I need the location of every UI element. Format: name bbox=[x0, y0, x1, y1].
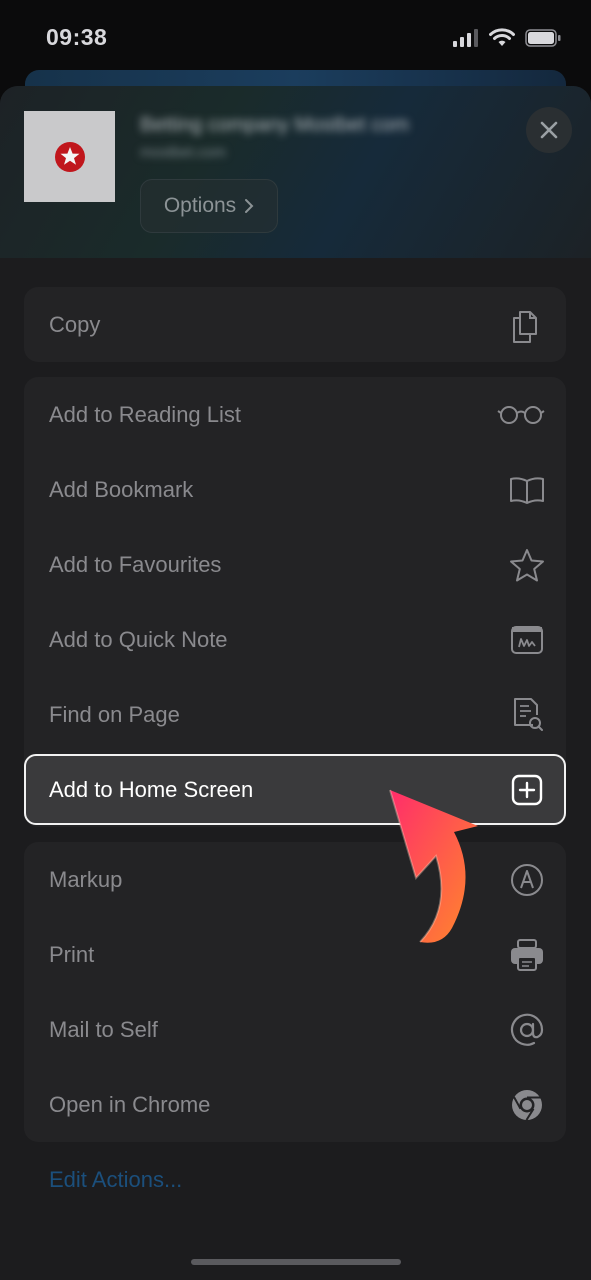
action-label: Markup bbox=[49, 866, 123, 892]
find-on-page-icon bbox=[509, 697, 545, 733]
action-markup[interactable]: Markup bbox=[24, 842, 566, 917]
action-label: Add to Reading List bbox=[49, 401, 242, 427]
status-bar: 09:38 bbox=[0, 0, 591, 80]
home-indicator[interactable] bbox=[191, 1259, 401, 1265]
pointer-arrow-icon bbox=[389, 789, 478, 943]
action-label: Add Bookmark bbox=[49, 476, 194, 502]
options-label: Options bbox=[163, 194, 237, 217]
at-sign-icon bbox=[509, 1012, 545, 1048]
printer-icon bbox=[509, 937, 545, 973]
status-icons bbox=[453, 28, 561, 48]
page-title: Betting company Mostbet com bbox=[140, 114, 410, 136]
action-add-to-quick-note[interactable]: Add to Quick Note bbox=[24, 602, 566, 677]
action-add-to-favourites[interactable]: Add to Favourites bbox=[24, 527, 566, 602]
close-icon bbox=[540, 121, 558, 139]
plus-square-icon bbox=[509, 772, 545, 808]
more-actions-group: Markup Print Mail to Self Open in Chrome bbox=[24, 842, 566, 1142]
status-time: 09:38 bbox=[46, 24, 108, 50]
copy-group: Copy bbox=[24, 287, 566, 362]
action-print[interactable]: Print bbox=[24, 917, 566, 992]
action-find-on-page[interactable]: Find on Page bbox=[24, 677, 566, 752]
wifi-icon bbox=[489, 28, 515, 46]
site-logo-icon bbox=[54, 141, 85, 172]
action-label: Add to Quick Note bbox=[49, 626, 228, 652]
site-thumbnail bbox=[24, 111, 115, 202]
action-label: Add to Favourites bbox=[49, 551, 222, 577]
action-add-to-reading-list[interactable]: Add to Reading List bbox=[24, 377, 566, 452]
chrome-icon bbox=[509, 1087, 545, 1123]
book-icon bbox=[509, 472, 545, 508]
glasses-icon bbox=[497, 397, 545, 433]
action-label: Copy bbox=[49, 311, 101, 337]
action-label: Mail to Self bbox=[49, 1016, 158, 1042]
markup-icon bbox=[509, 862, 545, 898]
action-label: Find on Page bbox=[49, 701, 180, 727]
battery-icon bbox=[525, 29, 561, 47]
action-label: Print bbox=[49, 941, 95, 967]
action-add-bookmark[interactable]: Add Bookmark bbox=[24, 452, 566, 527]
options-button[interactable]: Options bbox=[140, 179, 278, 233]
action-open-in-chrome[interactable]: Open in Chrome bbox=[24, 1067, 566, 1142]
copy-icon bbox=[509, 307, 545, 343]
share-sheet-header: Betting company Mostbet com mostbet.com … bbox=[0, 86, 591, 258]
close-button[interactable] bbox=[526, 107, 572, 153]
action-add-to-home-screen[interactable]: Add to Home Screen bbox=[24, 754, 566, 825]
edit-actions-link[interactable]: Edit Actions... bbox=[49, 1167, 182, 1193]
action-mail-to-self[interactable]: Mail to Self bbox=[24, 992, 566, 1067]
share-sheet: Betting company Mostbet com mostbet.com … bbox=[0, 86, 591, 1280]
action-label: Open in Chrome bbox=[49, 1091, 211, 1117]
action-copy[interactable]: Copy bbox=[24, 287, 566, 362]
quick-note-icon bbox=[509, 622, 545, 658]
chevron-right-icon bbox=[245, 199, 254, 213]
cellular-signal-icon bbox=[453, 29, 478, 47]
page-url: mostbet.com bbox=[140, 144, 226, 161]
action-label: Add to Home Screen bbox=[49, 776, 254, 802]
star-icon bbox=[509, 547, 545, 583]
